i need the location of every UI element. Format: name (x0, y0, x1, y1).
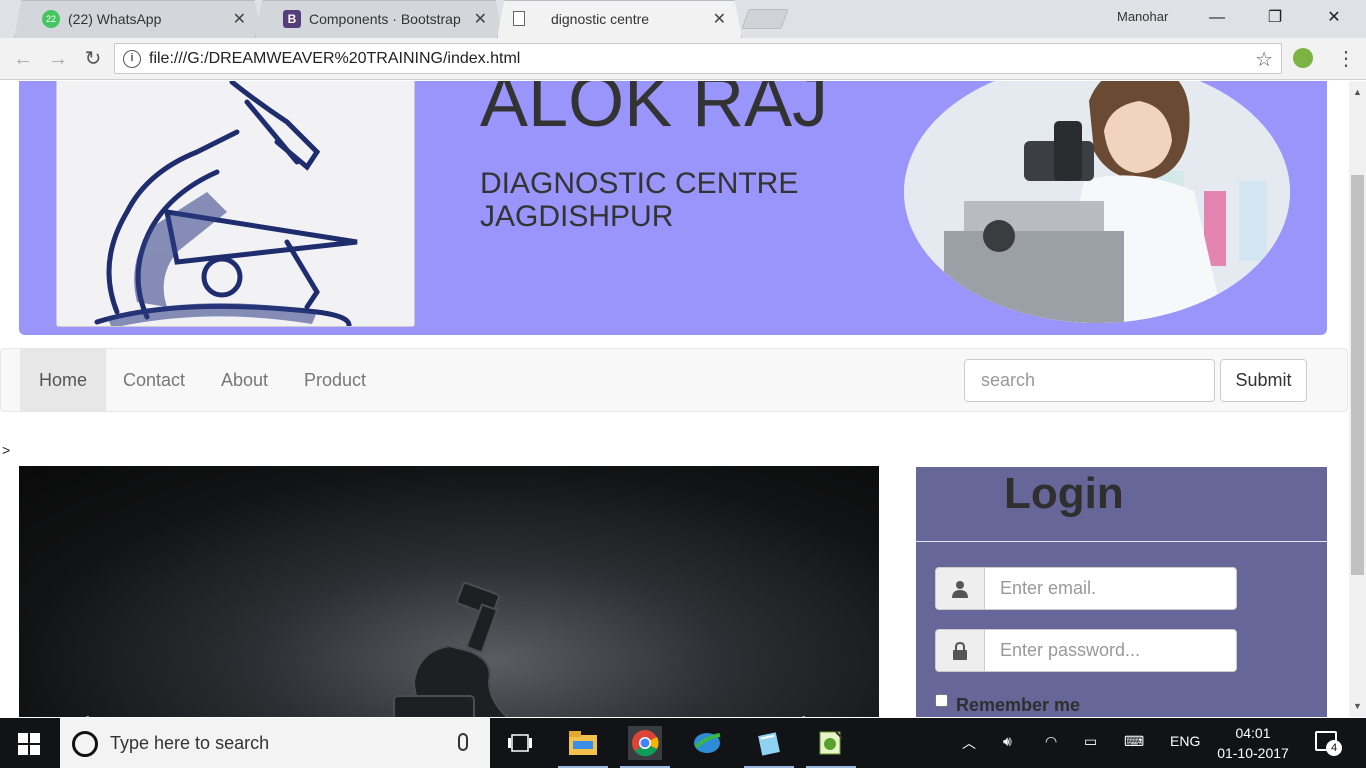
tab-title: (22) WhatsApp (68, 11, 162, 27)
language-indicator[interactable]: ENG (1170, 733, 1200, 749)
forward-icon[interactable]: → (46, 47, 70, 71)
login-panel: Login Remember me (916, 467, 1327, 717)
tab-bootstrap[interactable]: B Components · Bootstrap ✕ (255, 0, 503, 38)
address-toolbar: ← → ↻ i file:///G:/DREAMWEAVER%20TRAININ… (0, 38, 1366, 80)
microphone-icon[interactable] (458, 733, 468, 751)
taskbar-search-box[interactable]: Type here to search (60, 718, 490, 768)
password-field[interactable] (984, 629, 1237, 672)
login-title: Login (1004, 469, 1124, 518)
scrollbar-thumb[interactable] (1351, 175, 1364, 575)
main-navbar: Home Contact About Product Submit (0, 348, 1348, 412)
search-input[interactable] (964, 359, 1215, 402)
chrome-icon[interactable] (620, 726, 670, 768)
url-text[interactable]: file:///G:/DREAMWEAVER%20TRAINING/index.… (149, 50, 520, 68)
nav-item-product[interactable]: Product (285, 349, 385, 411)
minimize-icon[interactable]: — (1197, 6, 1237, 30)
remember-me[interactable]: Remember me (935, 694, 1081, 716)
remember-me-checkbox[interactable] (935, 694, 948, 707)
tray-overflow-icon[interactable]: ︿ (962, 733, 976, 753)
bookmark-star-icon[interactable]: ☆ (1255, 47, 1273, 72)
microscope-logo (56, 81, 415, 327)
page-icon (513, 11, 525, 26)
whatsapp-icon: 22 (42, 10, 60, 28)
header-banner: ALOK RAJ DIAGNOSTIC CENTRE JAGDISHPUR (19, 81, 1327, 335)
extension-icon[interactable] (1293, 48, 1313, 68)
more-menu-icon[interactable]: ⋮ (1336, 46, 1356, 71)
taskbar-clock[interactable]: 04:01 01-10-2017 (1213, 723, 1293, 763)
notification-count-badge: 4 (1326, 740, 1342, 756)
close-tab-icon[interactable]: ✕ (713, 9, 726, 29)
carousel-next-icon[interactable]: › (801, 704, 810, 717)
clock-time: 04:01 (1235, 725, 1271, 741)
page-scrollbar[interactable]: ▲ ▼ (1349, 81, 1366, 717)
stray-text: > (2, 442, 11, 458)
tab-dignostic-centre[interactable]: dignostic centre ✕ (497, 0, 742, 38)
remember-me-label: Remember me (956, 695, 1081, 715)
email-input-group (935, 567, 1237, 610)
submit-button[interactable]: Submit (1220, 359, 1307, 402)
nav-item-home[interactable]: Home (20, 349, 107, 411)
windows-taskbar: Type here to search ︿ 🔊︎ ◠ ▭ ⌨ ENG 04:01… (0, 718, 1366, 768)
email-field[interactable] (984, 567, 1237, 610)
brand-subtitle: DIAGNOSTIC CENTRE JAGDISHPUR (480, 167, 799, 233)
battery-icon[interactable]: ▭ (1084, 733, 1097, 750)
info-icon[interactable]: i (123, 50, 141, 68)
microscope-slide-image (393, 582, 509, 717)
carousel-prev-icon[interactable]: ‹ (81, 704, 90, 717)
close-window-icon[interactable]: ✕ (1314, 6, 1354, 30)
reload-icon[interactable]: ↻ (81, 47, 105, 71)
tab-whatsapp[interactable]: 22 (22) WhatsApp ✕ (14, 0, 262, 38)
close-tab-icon[interactable]: ✕ (474, 9, 487, 29)
cortana-icon[interactable] (72, 731, 98, 757)
scroll-up-icon[interactable]: ▲ (1353, 87, 1362, 97)
editor-app-icon[interactable] (806, 726, 856, 768)
keyboard-icon[interactable]: ⌨ (1124, 733, 1144, 750)
password-input-group (935, 629, 1237, 672)
nav-item-about[interactable]: About (202, 349, 287, 411)
download-manager-icon[interactable] (690, 726, 724, 760)
task-view-icon[interactable] (503, 726, 537, 760)
user-icon (935, 567, 985, 610)
clock-date: 01-10-2017 (1217, 745, 1289, 761)
file-explorer-icon[interactable] (558, 726, 608, 768)
volume-icon[interactable]: 🔊︎ (1003, 733, 1012, 750)
bootstrap-icon: B (283, 10, 301, 28)
address-bar[interactable]: i file:///G:/DREAMWEAVER%20TRAINING/inde… (114, 43, 1282, 74)
restore-icon[interactable]: ❐ (1255, 6, 1295, 30)
lock-icon (935, 629, 985, 672)
taskbar-search-placeholder: Type here to search (110, 733, 270, 753)
divider (916, 541, 1327, 542)
windows-start-icon[interactable] (18, 733, 40, 755)
wifi-icon[interactable]: ◠ (1045, 733, 1057, 750)
brand-title: ALOK RAJ (480, 81, 829, 142)
page-viewport: ALOK RAJ DIAGNOSTIC CENTRE JAGDISHPUR > … (0, 81, 1349, 717)
nav-item-contact[interactable]: Contact (104, 349, 204, 411)
notepad-icon[interactable] (744, 726, 794, 768)
new-tab-button[interactable] (741, 9, 789, 29)
tab-title: dignostic centre (551, 11, 650, 27)
close-tab-icon[interactable]: ✕ (233, 9, 246, 29)
profile-name[interactable]: Manohar (1117, 9, 1168, 24)
lab-scientist-photo (904, 81, 1290, 323)
back-icon[interactable]: ← (11, 47, 35, 71)
scroll-down-icon[interactable]: ▼ (1353, 701, 1362, 711)
image-carousel[interactable]: ‹ › (19, 466, 879, 717)
browser-title-bar: 22 (22) WhatsApp ✕ B Components · Bootst… (0, 0, 1366, 38)
tab-title: Components · Bootstrap (309, 11, 461, 27)
